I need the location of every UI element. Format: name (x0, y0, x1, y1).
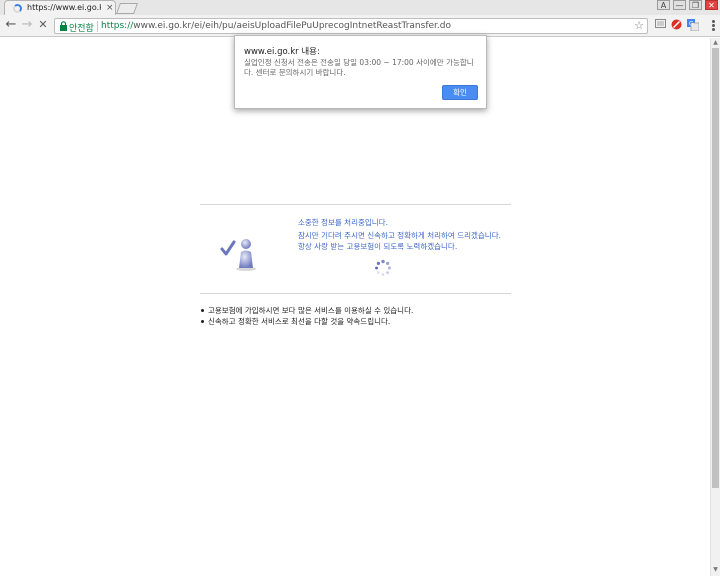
alert-dialog: www.ei.go.kr 내용: 실업인정 신청서 전송은 전송일 당일 03:… (234, 35, 487, 109)
forward-icon[interactable]: → (20, 18, 34, 32)
stop-icon[interactable]: ✕ (36, 18, 50, 32)
cast-icon[interactable] (654, 19, 667, 32)
dialog-title: www.ei.go.kr 내용: (244, 47, 320, 57)
toolbar: ← → ✕ 안전함 https://www.ei.go.kr/ei/eih/pu… (0, 15, 720, 37)
restore-button[interactable]: ❐ (689, 0, 702, 10)
tab-close-icon[interactable]: × (106, 2, 114, 14)
profile-button[interactable]: A (657, 0, 670, 10)
browser-window: https://www.ei.go.kr/e × A — ❐ ✕ ← → ✕ 안… (0, 0, 720, 576)
person-check-icon (220, 239, 256, 271)
lock-icon (60, 21, 67, 31)
new-tab-button[interactable] (115, 3, 139, 14)
translate-icon[interactable]: G (686, 19, 699, 32)
loading-icon (13, 4, 22, 13)
scroll-thumb[interactable] (712, 48, 719, 488)
processing-message: 소중한 정보를 처리중입니다. (298, 218, 388, 227)
panel-divider-top (200, 204, 511, 205)
back-icon[interactable]: ← (4, 18, 18, 32)
waiting-message: 잠시만 기다려 주시면 신속하고 정확하게 처리하여 드리겠습니다. (298, 231, 501, 240)
dialog-message: 실업인정 신청서 전송은 전송일 당일 03:00 ~ 17:00 사이에만 가… (244, 58, 474, 77)
menu-icon[interactable] (710, 19, 716, 32)
block-icon[interactable] (670, 19, 683, 32)
url-path: www.ei.go.kr/ei/eih/pu/aeisUploadFilePuU… (133, 21, 451, 31)
minimize-button[interactable]: — (673, 0, 686, 10)
scroll-up-icon[interactable]: ▲ (712, 39, 719, 47)
url-scheme: https:// (101, 21, 134, 31)
scroll-down-icon[interactable]: ▼ (712, 566, 719, 574)
url-text: https://www.ei.go.kr/ei/eih/pu/aeisUploa… (101, 21, 451, 31)
svg-text:G: G (689, 21, 694, 28)
promise-message: 항상 사랑 받는 고용보험이 되도록 노력하겠습니다. (298, 242, 458, 251)
notice-list: 고용보험에 가입하시면 보다 많은 서비스를 이용하실 수 있습니다. 신속하고… (200, 305, 413, 327)
list-item: 신속하고 정확한 서비스로 최선을 다할 것을 약속드립니다. (200, 316, 413, 327)
ok-button[interactable]: 확인 (442, 85, 478, 100)
tab-title: https://www.ei.go.kr/e (27, 3, 101, 12)
secure-label: 안전함 (69, 24, 94, 34)
list-item: 고용보험에 가입하시면 보다 많은 서비스를 이용하실 수 있습니다. (200, 305, 413, 316)
omnibox-divider (97, 21, 98, 32)
loading-spinner-icon (375, 259, 391, 276)
panel-divider-bottom (200, 293, 511, 294)
bookmark-star-icon[interactable]: ☆ (634, 19, 644, 32)
tab-strip: https://www.ei.go.kr/e × A — ❐ ✕ (0, 0, 720, 15)
address-bar[interactable]: 안전함 https://www.ei.go.kr/ei/eih/pu/aeisU… (54, 18, 648, 34)
window-controls: A — ❐ ✕ (657, 0, 718, 10)
scrollbar[interactable]: ▲ ▼ (710, 38, 720, 576)
close-window-button[interactable]: ✕ (705, 0, 718, 10)
browser-tab[interactable]: https://www.ei.go.kr/e × (4, 0, 116, 15)
